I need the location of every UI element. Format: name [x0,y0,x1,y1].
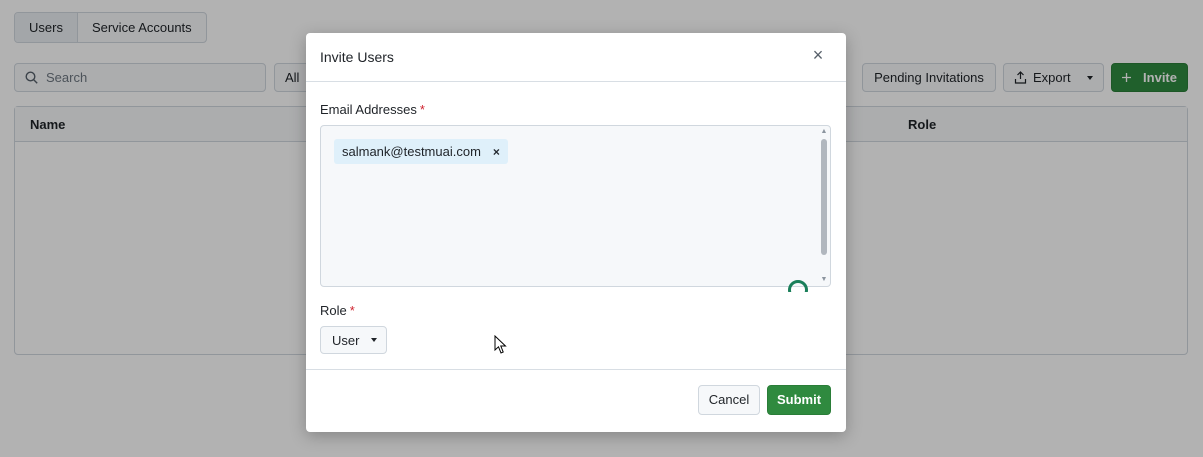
invite-users-modal: Invite Users × Email Addresses * salmank@… [306,33,846,432]
modal-footer: Cancel Submit [306,369,846,432]
required-marker: * [419,102,425,117]
submit-button[interactable]: Submit [767,385,831,415]
scroll-down-icon[interactable]: ▼ [820,276,828,284]
modal-header: Invite Users × [306,33,846,82]
mouse-pointer-icon [494,335,507,354]
close-icon[interactable]: × [808,45,828,65]
email-tag: salmank@testmuai.com × [334,139,508,164]
email-addresses-label: Email Addresses * [320,102,425,117]
role-label: Role * [320,303,355,318]
required-marker: * [349,303,355,318]
role-value: User [332,332,360,348]
scrollbar[interactable]: ▲ ▼ [819,127,829,285]
scroll-thumb[interactable] [821,139,827,255]
modal-title: Invite Users [320,49,394,65]
email-addresses-input[interactable]: salmank@testmuai.com × ▲ ▼ [320,125,831,292]
role-dropdown[interactable]: User [320,326,387,354]
scroll-up-icon[interactable]: ▲ [820,128,828,136]
email-tag-label: salmank@testmuai.com [342,144,481,159]
remove-tag-icon[interactable]: × [493,145,500,159]
assistant-icon[interactable] [788,280,810,292]
cancel-button[interactable]: Cancel [698,385,760,415]
role-label-text: Role [320,303,347,318]
email-label-text: Email Addresses [320,102,417,117]
chevron-down-icon [371,338,378,342]
